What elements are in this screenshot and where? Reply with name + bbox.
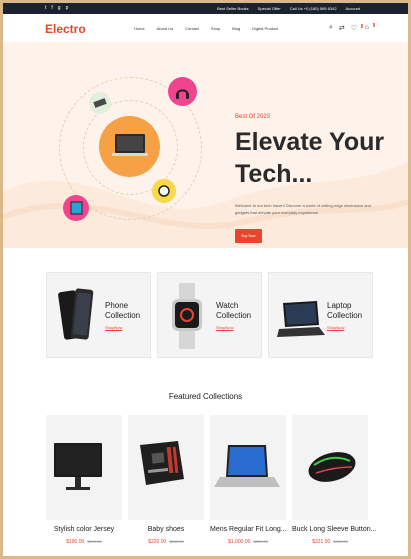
product-name[interactable]: Stylish color Jersey	[46, 526, 122, 533]
top-links: Best Seller Books Special Offer Call Us …	[217, 6, 360, 11]
logo[interactable]: Electro	[45, 22, 86, 36]
top-bar: t f g p Best Seller Books Special Offer …	[3, 3, 408, 14]
old-price: $800.00	[253, 539, 268, 544]
product-image	[128, 415, 204, 520]
category-name: Phone Collection	[105, 301, 141, 320]
product-card[interactable]: Buck Long Sleeve Button... $321.00 $450.0…	[292, 415, 376, 545]
best-seller-link[interactable]: Best Seller Books	[217, 6, 249, 11]
category-cards: Phone Collection ShopNow Watch Collectio…	[46, 272, 373, 358]
product-card[interactable]: Baby shoes $220.00 $250.00	[128, 415, 204, 545]
memory-icon	[93, 98, 107, 108]
gaming-mouse-image	[308, 452, 356, 482]
social-links: t f g p	[45, 6, 68, 11]
product-image	[210, 415, 286, 520]
motherboard-image	[140, 441, 184, 485]
cart-count: 0	[372, 23, 375, 27]
current-price: $220.00	[148, 539, 167, 545]
headphones-bubble	[168, 77, 197, 106]
category-name: Laptop Collection	[327, 301, 363, 320]
product-name[interactable]: Mens Regular Fit Long...	[210, 526, 287, 533]
hero-kicker: Best Of 2023	[235, 114, 271, 120]
smartwatch-icon	[158, 185, 170, 197]
laptop-product-image	[214, 445, 280, 487]
pinterest-icon[interactable]: p	[66, 6, 69, 11]
account-link[interactable]: Account	[346, 6, 360, 11]
shop-now-link[interactable]: ShopNow	[327, 325, 344, 330]
product-price: $321.00 $450.00	[292, 539, 368, 545]
cart-icon[interactable]: ⌂ 0	[365, 23, 375, 32]
nav-about-us[interactable]: About Us	[157, 26, 173, 31]
old-price: $250.00	[87, 539, 102, 544]
product-price: $1,000.00 $800.00	[210, 539, 286, 545]
compare-icon[interactable]: ⇄	[339, 24, 345, 32]
monitor-image	[54, 443, 102, 490]
product-price: $220.00 $250.00	[128, 539, 204, 545]
laptop-icon	[112, 134, 148, 156]
category-name: Watch Collection	[216, 301, 252, 320]
old-price: $450.00	[333, 539, 348, 544]
nav-blog[interactable]: Blog	[232, 26, 240, 31]
product-image	[46, 415, 122, 520]
product-price: $190.00 $250.00	[46, 539, 122, 545]
shop-now-link[interactable]: ShopNow	[216, 325, 233, 330]
tablet-icon	[70, 201, 83, 215]
current-price: $190.00	[66, 539, 85, 545]
current-price: $1,000.00	[228, 539, 251, 545]
hero-title: Elevate Your Tech...	[235, 128, 385, 188]
product-image	[292, 415, 368, 520]
category-card-phone[interactable]: Phone Collection ShopNow	[46, 272, 151, 358]
twitter-icon[interactable]: t	[45, 6, 46, 11]
site-header: Electro Home About Us Contact Shop Blog …	[3, 14, 408, 43]
shop-now-link[interactable]: ShopNow	[105, 325, 122, 330]
search-icon[interactable]: ⌕	[329, 24, 333, 32]
facebook-icon[interactable]: f	[51, 6, 52, 11]
old-price: $250.00	[169, 539, 184, 544]
current-price: $321.00	[312, 539, 331, 545]
nav-contact[interactable]: Contact	[185, 26, 199, 31]
watch-bubble	[152, 179, 176, 203]
wishlist-count: 0	[361, 24, 363, 28]
hero-description: Welcome to our tech haven! Discover a wo…	[235, 203, 371, 215]
product-grid: Stylish color Jersey $190.00 $250.00 Baby…	[46, 415, 376, 545]
special-offer-link[interactable]: Special Offer	[258, 6, 281, 11]
main-nav: Home About Us Contact Shop Blog Digital …	[134, 26, 278, 31]
laptop-image	[277, 301, 325, 337]
phone-image	[58, 288, 94, 340]
nav-digital-product[interactable]: Digital Product	[252, 26, 278, 31]
wishlist-icon[interactable]: ♡ 0	[351, 24, 363, 32]
category-card-watch[interactable]: Watch Collection ShopNow	[157, 272, 262, 358]
category-card-laptop[interactable]: Laptop Collection ShopNow	[268, 272, 373, 358]
headphones-icon	[176, 89, 189, 99]
product-name[interactable]: Baby shoes	[128, 526, 204, 533]
product-name[interactable]: Buck Long Sleeve Button...	[292, 526, 376, 533]
ram-bubble	[89, 92, 111, 114]
product-card[interactable]: Stylish color Jersey $190.00 $250.00	[46, 415, 122, 545]
nav-shop[interactable]: Shop	[211, 26, 220, 31]
page-frame: t f g p Best Seller Books Special Offer …	[0, 0, 411, 559]
tablet-bubble	[63, 195, 89, 221]
header-icons: ⌕ ⇄ ♡ 0 ⌂ 0	[329, 23, 375, 32]
watch-image	[172, 283, 202, 349]
buy-now-button[interactable]: Buy Now	[235, 229, 262, 243]
nav-home[interactable]: Home	[134, 26, 145, 31]
call-us-text: Call Us +0 (180) 565 6342	[289, 6, 337, 11]
hero-section: Best Of 2023 Elevate Your Tech... Welcom…	[3, 42, 408, 248]
featured-title: Featured Collections	[168, 392, 243, 401]
product-card[interactable]: Mens Regular Fit Long... $1,000.00 $800.0…	[210, 415, 287, 545]
google-plus-icon[interactable]: g	[58, 6, 61, 11]
